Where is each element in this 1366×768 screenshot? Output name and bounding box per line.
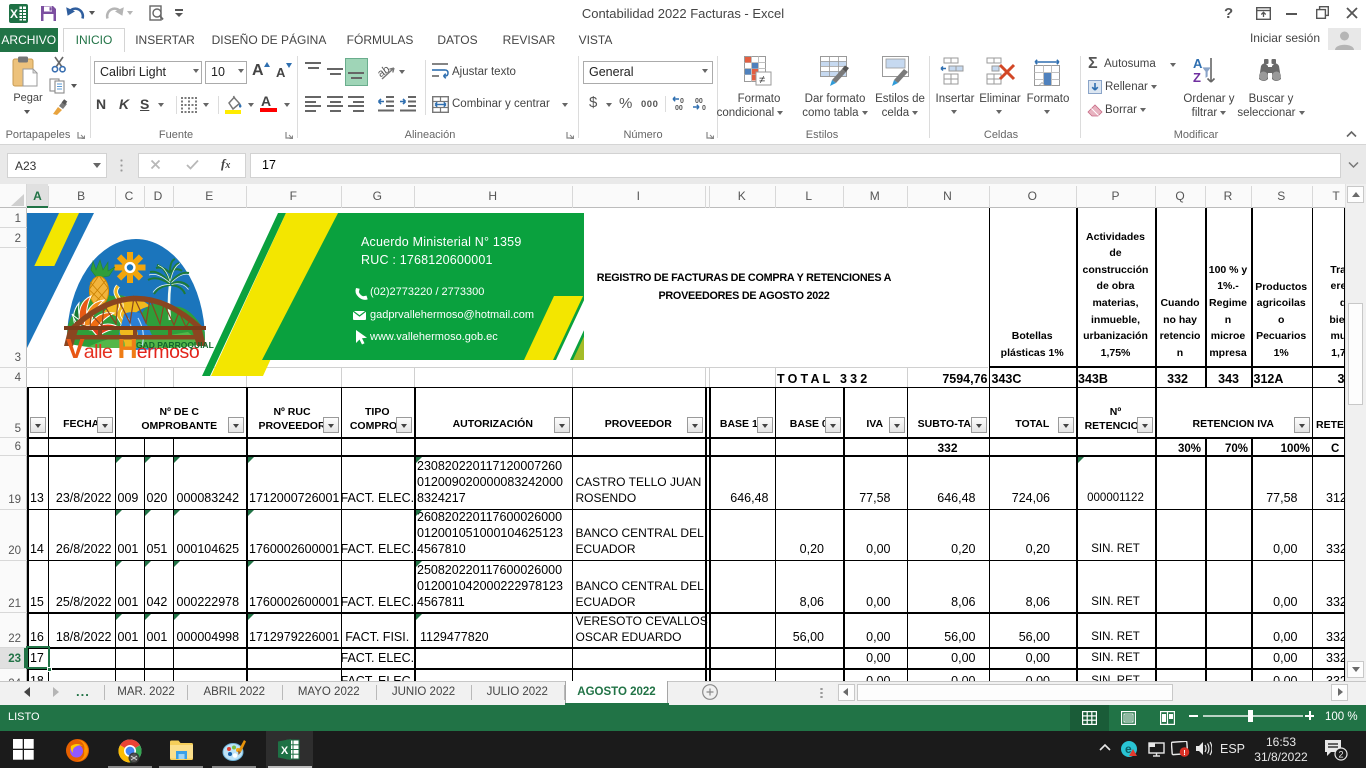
svg-text:00: 00	[695, 98, 703, 105]
svg-text:Z: Z	[1193, 70, 1201, 85]
svg-text:≠: ≠	[759, 74, 765, 86]
svg-text:2: 2	[1338, 750, 1343, 760]
svg-text:!: !	[1183, 748, 1186, 757]
svg-text:00: 00	[675, 105, 683, 111]
svg-text:X: X	[281, 745, 289, 757]
svg-text:A: A	[1193, 56, 1203, 71]
svg-text:0: 0	[680, 98, 684, 105]
